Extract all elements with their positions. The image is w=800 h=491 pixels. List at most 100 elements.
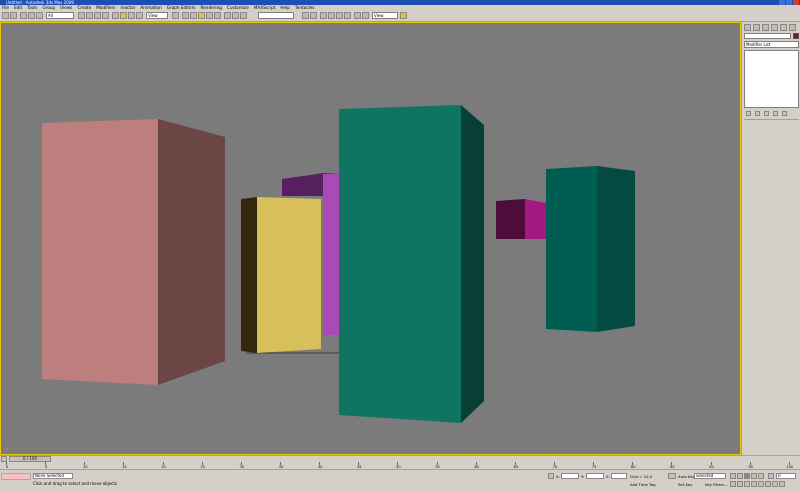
mirror-tool-icon[interactable] — [302, 12, 309, 19]
key-mode-toggle-icon[interactable] — [768, 473, 774, 479]
align-icon[interactable] — [310, 12, 317, 19]
render-type-dropdown[interactable]: View — [372, 12, 398, 19]
modify-tab-icon[interactable] — [753, 24, 760, 31]
play-icon[interactable] — [744, 473, 750, 479]
dark-teal-box-side[interactable] — [597, 166, 635, 332]
edit-named-selection-icon[interactable] — [224, 12, 231, 19]
track-bar[interactable]: 0 5 10 15 20 25 30 35 40 45 50 55 60 65 70 75 80 85 90 95 10… — [0, 462, 800, 470]
perspective-viewport[interactable]: z — [0, 22, 741, 455]
scale-icon[interactable] — [128, 12, 135, 19]
zoom-extents-icon[interactable] — [744, 481, 750, 487]
auto-key-button[interactable]: Auto Key — [678, 474, 695, 479]
scene-render[interactable] — [1, 23, 740, 454]
current-frame-field[interactable]: 0 — [776, 473, 796, 479]
make-unique-icon[interactable] — [764, 111, 769, 116]
track-tick: 100 — [786, 462, 793, 470]
pin-stack-icon[interactable] — [746, 111, 751, 116]
named-selection-sets-dropdown[interactable] — [258, 12, 294, 19]
configure-modifier-sets-icon[interactable] — [782, 111, 787, 116]
yellow-box-front[interactable] — [257, 197, 321, 353]
angle-snap-icon[interactable] — [198, 12, 205, 19]
select-object-icon[interactable] — [78, 12, 85, 19]
redo-icon[interactable] — [10, 12, 17, 19]
track-tick-label: 5 — [45, 465, 48, 469]
zoom-all-icon[interactable] — [737, 481, 743, 487]
keyboard-shortcut-icon[interactable] — [182, 12, 189, 19]
dark-teal-box-front[interactable] — [546, 166, 597, 332]
bind-space-warp-icon[interactable] — [36, 12, 43, 19]
teal-box-side[interactable] — [461, 105, 484, 423]
track-tick-label: 35 — [278, 465, 284, 469]
track-tick-label: 40 — [317, 465, 323, 469]
schematic-view-icon[interactable] — [336, 12, 343, 19]
y-coordinate-field[interactable] — [586, 473, 604, 479]
teal-box-front[interactable] — [339, 105, 461, 423]
track-tick-label: 95 — [748, 465, 753, 469]
maxscript-listener-field[interactable] — [1, 473, 31, 480]
motion-tab-icon[interactable] — [771, 24, 778, 31]
object-name-field[interactable] — [744, 33, 791, 39]
add-time-tag[interactable]: Add Time Tag — [630, 482, 655, 487]
key-selection-dropdown[interactable]: Selected — [694, 473, 726, 479]
object-color-swatch[interactable] — [793, 33, 799, 39]
orbit-icon[interactable] — [772, 481, 778, 487]
render-frame-window-icon[interactable] — [362, 12, 369, 19]
curve-editor-icon[interactable] — [328, 12, 335, 19]
window-crossing-icon[interactable] — [102, 12, 109, 19]
mirror-icon[interactable] — [240, 12, 247, 19]
pan-view-icon[interactable] — [765, 481, 771, 487]
render-setup-icon[interactable] — [354, 12, 361, 19]
spinner-snap-icon[interactable] — [214, 12, 221, 19]
snaps-toggle-icon[interactable] — [190, 12, 197, 19]
select-link-icon[interactable] — [20, 12, 27, 19]
key-filters-button[interactable]: Key Filters... — [705, 482, 728, 487]
next-frame-icon[interactable] — [751, 473, 757, 479]
quick-render-icon[interactable] — [400, 12, 407, 19]
main-toolbar: All View View — [0, 11, 800, 22]
go-to-start-icon[interactable] — [730, 473, 736, 479]
lock-selection-icon[interactable] — [548, 473, 554, 479]
z-coordinate-field[interactable] — [611, 473, 627, 479]
rectangle-selection-icon[interactable] — [94, 12, 101, 19]
magenta-box-front[interactable] — [525, 199, 546, 239]
utilities-tab-icon[interactable] — [789, 24, 796, 31]
rotate-icon[interactable] — [120, 12, 127, 19]
previous-frame-icon[interactable] — [737, 473, 743, 479]
material-editor-icon[interactable] — [344, 12, 351, 19]
field-of-view-icon[interactable] — [758, 481, 764, 487]
create-tab-icon[interactable] — [744, 24, 751, 31]
show-end-result-icon[interactable] — [755, 111, 760, 116]
modifier-stack[interactable] — [744, 50, 799, 108]
select-by-name-icon[interactable] — [86, 12, 93, 19]
time-slider-bar: 0 / 100 — [0, 455, 800, 462]
modifier-list-dropdown[interactable]: Modifier List — [744, 41, 799, 48]
maximize-viewport-icon[interactable] — [779, 481, 785, 487]
reference-coordinate-dropdown[interactable]: View — [146, 12, 168, 19]
go-to-end-icon[interactable] — [758, 473, 764, 479]
yellow-box-side[interactable] — [241, 197, 257, 353]
hierarchy-tab-icon[interactable] — [762, 24, 769, 31]
zoom-extents-all-icon[interactable] — [751, 481, 757, 487]
percent-snap-icon[interactable] — [206, 12, 213, 19]
remove-modifier-icon[interactable] — [773, 111, 778, 116]
zoom-icon[interactable] — [730, 481, 736, 487]
pivot-center-icon[interactable] — [172, 12, 179, 19]
command-panel-tabs — [744, 24, 796, 31]
move-icon[interactable] — [112, 12, 119, 19]
x-coordinate-field[interactable] — [561, 473, 579, 479]
key-mode-icon[interactable] — [668, 473, 676, 479]
layer-manager-icon[interactable] — [320, 12, 327, 19]
magenta-box-side[interactable] — [496, 199, 525, 239]
named-selection-icon[interactable] — [232, 12, 239, 19]
undo-icon[interactable] — [2, 12, 9, 19]
axis-tripod-label: z — [6, 446, 9, 451]
purple-box-side[interactable] — [323, 173, 339, 335]
display-tab-icon[interactable] — [780, 24, 787, 31]
set-key-button[interactable]: Set Key — [678, 482, 692, 487]
pink-box-front[interactable] — [42, 119, 158, 385]
selection-filter-dropdown[interactable]: All — [46, 12, 74, 19]
selection-status: None Selected — [33, 473, 73, 479]
pink-box-side[interactable] — [158, 119, 225, 385]
select-manipulate-icon[interactable] — [136, 12, 143, 19]
unlink-icon[interactable] — [28, 12, 35, 19]
